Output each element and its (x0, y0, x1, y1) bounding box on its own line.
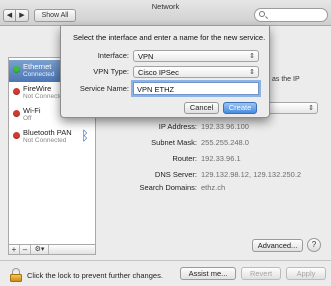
forward-button[interactable]: ▶ (16, 9, 29, 22)
sidebar-toolbar: + – ⚙▾ (8, 244, 96, 255)
dns-server-label: DNS Server: (154, 170, 197, 179)
search-domains-label: Search Domains: (139, 183, 197, 192)
service-status: Off (23, 115, 32, 122)
lock-body (10, 274, 22, 282)
cancel-button[interactable]: Cancel (184, 102, 219, 114)
status-dot-icon (13, 110, 20, 117)
lock-message: Click the lock to prevent further change… (27, 271, 163, 280)
subnet-mask-value: 255.255.248.0 (201, 138, 249, 147)
back-button[interactable]: ◀ (3, 9, 16, 22)
dns-server-value: 129.132.98.12, 129.132.250.2 (201, 170, 302, 179)
apply-button[interactable]: Apply (286, 267, 326, 280)
new-service-sheet: Select the interface and enter a name fo… (60, 26, 270, 118)
remove-service-button[interactable]: – (20, 245, 31, 254)
popup-arrows-icon: ⇕ (249, 53, 255, 60)
help-button[interactable]: ? (307, 238, 321, 252)
detail-description: as the IP (272, 76, 300, 83)
service-name: Bluetooth PAN (23, 128, 72, 137)
router-label: Router: (172, 154, 197, 163)
popup-arrows-icon: ⇕ (308, 105, 314, 112)
service-name: Wi-Fi (23, 106, 41, 115)
interface-label: Interface: (97, 51, 129, 60)
interface-popup[interactable]: VPN ⇕ (133, 50, 259, 62)
router-value: 192.33.96.1 (201, 154, 241, 163)
create-button[interactable]: Create (223, 102, 257, 114)
status-dot-icon (13, 88, 20, 95)
service-name-label: Service Name: (79, 84, 129, 93)
search-domains-value: ethz.ch (201, 183, 226, 192)
status-dot-icon (13, 132, 20, 139)
vpn-type-popup[interactable]: Cisco IPSec ⇕ (133, 66, 259, 78)
lock-icon[interactable] (10, 268, 22, 282)
bottom-divider (0, 260, 331, 261)
show-all-button[interactable]: Show All (34, 9, 76, 22)
advanced-button[interactable]: Advanced... (252, 239, 303, 252)
sheet-title: Select the interface and enter a name fo… (73, 33, 266, 42)
popup-arrows-icon: ⇕ (249, 69, 255, 76)
search-icon (259, 11, 265, 17)
subnet-mask-label: Subnet Mask: (151, 138, 197, 147)
search-input[interactable] (254, 8, 328, 22)
service-name-field[interactable]: VPN ETHZ (133, 82, 259, 95)
assist-me-button[interactable]: Assist me... (180, 267, 236, 280)
status-dot-icon (13, 66, 20, 73)
service-item-bluetooth-pan[interactable]: Bluetooth PAN Not Connected ᛒ (9, 126, 95, 148)
window-toolbar: Network ◀ ▶ Show All (0, 0, 331, 26)
bluetooth-icon: ᛒ (81, 128, 89, 143)
ip-address-value: 192.33.96.100 (201, 122, 249, 131)
service-status: Not Connected (23, 137, 67, 144)
vpn-type-value: Cisco IPSec (138, 68, 179, 77)
ip-address-label: IP Address: (158, 122, 197, 131)
service-name: Ethernet (23, 62, 52, 71)
action-menu-button[interactable]: ⚙▾ (31, 245, 49, 254)
vpn-type-label: VPN Type: (93, 67, 129, 76)
add-service-button[interactable]: + (9, 245, 20, 254)
interface-value: VPN (138, 52, 154, 61)
revert-button[interactable]: Revert (241, 267, 281, 280)
service-name: FireWire (23, 84, 52, 93)
service-status: Connected (23, 71, 55, 78)
